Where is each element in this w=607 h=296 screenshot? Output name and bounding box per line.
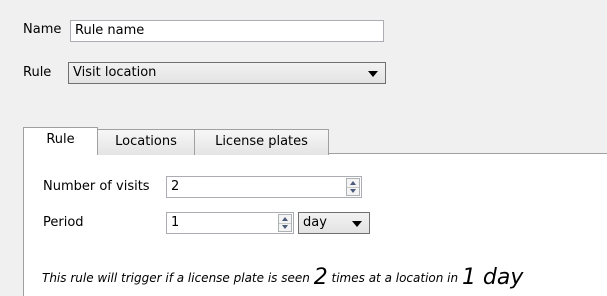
spinner-down-icon[interactable] <box>282 225 288 229</box>
summary-count: 2 <box>313 265 328 290</box>
visits-input[interactable]: 2 <box>166 176 362 198</box>
summary-prefix: This rule will trigger if a license plat… <box>42 271 310 285</box>
chevron-down-icon <box>368 71 378 77</box>
tab-rule[interactable]: Rule <box>23 127 98 155</box>
period-spinner[interactable] <box>278 214 292 232</box>
spinner-down-icon[interactable] <box>350 189 356 193</box>
summary-mid: times at a location in <box>331 271 459 285</box>
visits-label: Number of visits <box>43 179 150 194</box>
chevron-down-icon <box>352 221 362 227</box>
spinner-up-icon[interactable] <box>350 181 356 185</box>
rule-select-value: Visit location <box>73 65 157 80</box>
tab-license-plates[interactable]: License plates <box>194 129 329 155</box>
summary-period: 1 day <box>461 265 524 290</box>
tab-label: License plates <box>215 134 308 149</box>
rule-summary: This rule will trigger if a license plat… <box>42 265 523 291</box>
rule-select[interactable]: Visit location <box>68 62 386 84</box>
tab-label: Rule <box>46 132 75 147</box>
period-label: Period <box>43 215 84 230</box>
rule-label: Rule <box>23 65 52 80</box>
spinner-up-icon[interactable] <box>282 217 288 221</box>
name-input[interactable]: Rule name <box>70 20 384 42</box>
visits-spinner[interactable] <box>346 178 360 196</box>
tab-label: Locations <box>115 134 177 149</box>
name-label: Name <box>23 22 62 37</box>
period-unit-value: day <box>303 215 327 230</box>
period-unit-select[interactable]: day <box>298 212 370 234</box>
period-input[interactable]: 1 <box>166 212 294 234</box>
tab-locations[interactable]: Locations <box>97 129 195 155</box>
